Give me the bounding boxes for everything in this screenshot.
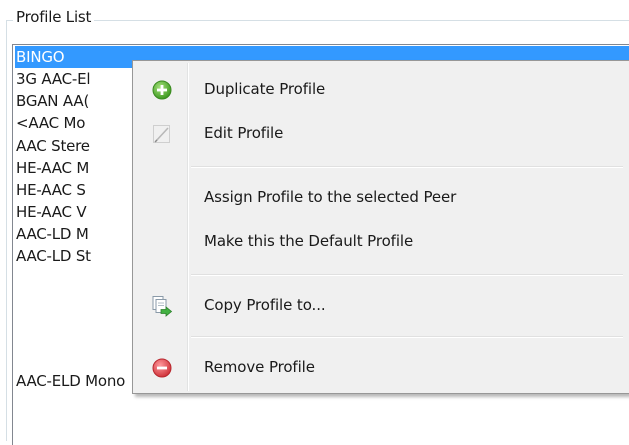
menu-item-make-default-profile[interactable]: Make this the Default Profile — [135, 219, 627, 263]
remove-circle-icon — [151, 357, 173, 379]
list-item[interactable]: 3G AAC-El — [15, 68, 91, 90]
menu-separator — [191, 274, 623, 276]
menu-item-duplicate-profile[interactable]: Duplicate Profile — [135, 67, 627, 111]
profile-list-title: Profile List — [13, 8, 95, 26]
menu-separator — [191, 166, 623, 168]
menu-item-label: Make this the Default Profile — [204, 232, 414, 250]
list-item[interactable]: BGAN AA( — [15, 90, 89, 112]
menu-item-label: Duplicate Profile — [204, 80, 326, 98]
menu-item-label: Assign Profile to the selected Peer — [204, 188, 457, 206]
menu-item-copy-profile[interactable]: Copy Profile to... — [135, 283, 627, 327]
add-circle-icon — [151, 79, 173, 101]
copy-document-arrow-icon — [151, 295, 173, 317]
list-item[interactable]: <AAC Mo — [15, 112, 85, 134]
list-item[interactable]: HE-AAC V — [15, 201, 87, 223]
menu-item-label: Copy Profile to... — [204, 296, 326, 314]
list-item[interactable]: AAC-LD M — [15, 223, 89, 245]
menu-item-remove-profile[interactable]: Remove Profile — [135, 345, 627, 389]
menu-item-label: Edit Profile — [204, 124, 284, 142]
list-item[interactable]: AAC Stere — [15, 135, 90, 157]
list-item[interactable]: AAC-ELD Mono — [15, 370, 125, 392]
menu-separator — [191, 336, 623, 338]
menu-item-label: Remove Profile — [204, 358, 315, 376]
list-item[interactable]: HE-AAC S — [15, 179, 86, 201]
list-item[interactable]: HE-AAC M — [15, 157, 89, 179]
profile-context-menu: Duplicate Profile Edit Profile Assign Pr… — [132, 60, 629, 394]
pencil-icon — [151, 123, 173, 145]
menu-item-edit-profile[interactable]: Edit Profile — [135, 111, 627, 155]
menu-item-assign-profile[interactable]: Assign Profile to the selected Peer — [135, 175, 627, 219]
list-item[interactable]: AAC-LD St — [15, 245, 91, 267]
